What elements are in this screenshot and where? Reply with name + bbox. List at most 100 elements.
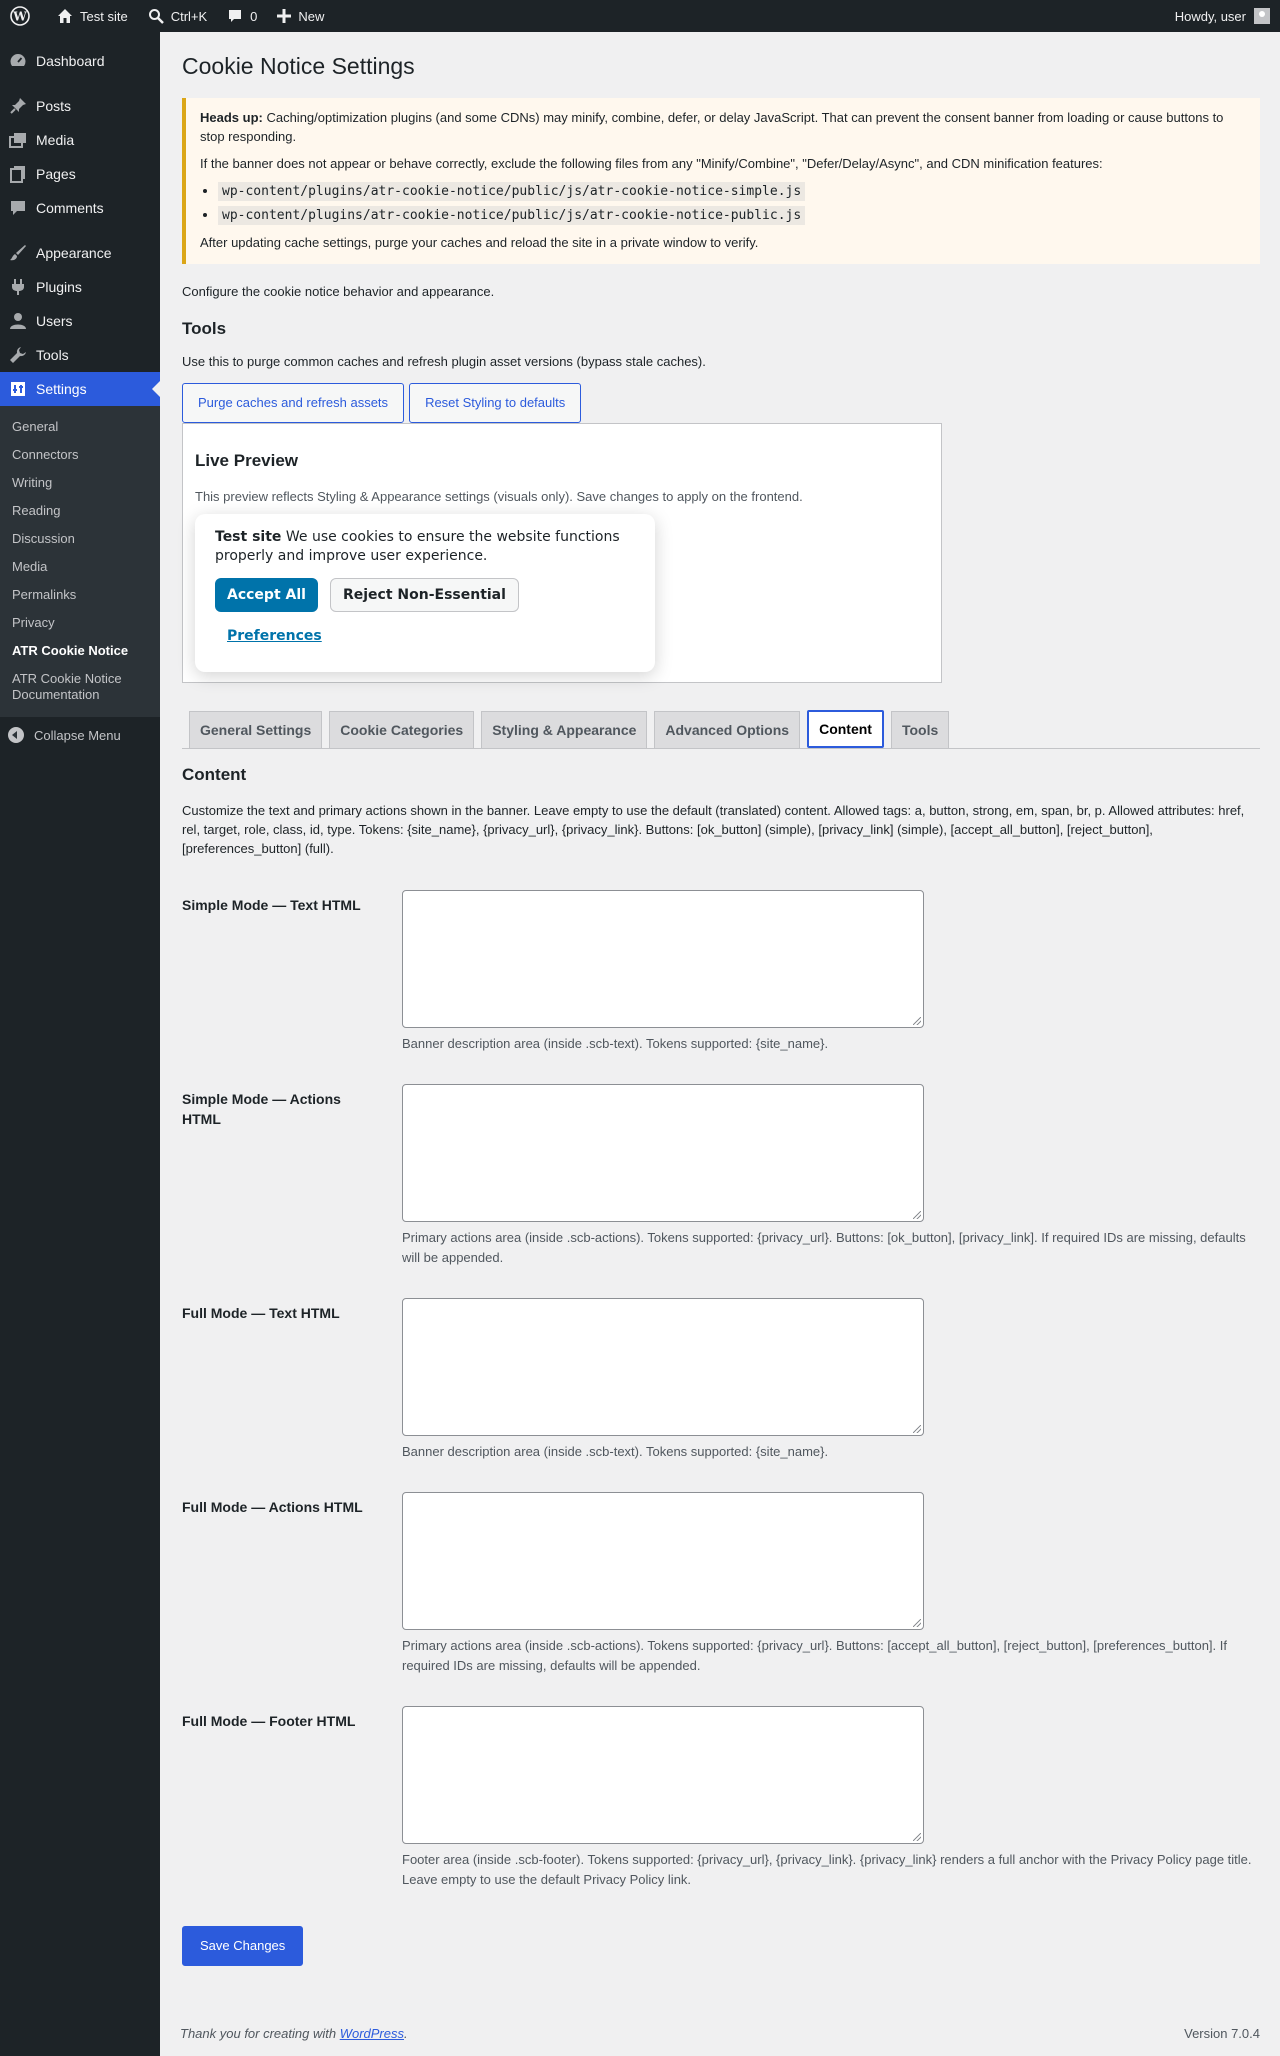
sidebar-item-posts[interactable]: Posts [0,89,160,123]
notice-heads-up: Heads up: Caching/optimization plugins (… [200,108,1246,146]
comments-count: 0 [250,8,258,24]
plus-icon [277,9,292,23]
field-label: Full Mode — Actions HTML [182,1498,363,1515]
heads-up-label: Heads up: [200,109,263,125]
field-full-text: Full Mode — Text HTML Banner description… [182,1297,1260,1462]
footer-version: Version 7.0.4 [1184,2026,1260,2041]
sidebar-item-users[interactable]: Users [0,304,160,338]
file-path: wp-content/plugins/atr-cookie-notice/pub… [218,181,806,201]
field-label: Full Mode — Footer HTML [182,1712,356,1729]
command-palette-button[interactable]: Ctrl+K [138,0,217,32]
collapse-menu-label: Collapse Menu [34,727,121,743]
banner-text: Test site We use cookies to ensure the w… [215,528,635,566]
submenu-item-privacy[interactable]: Privacy [0,609,160,637]
submenu-item-media[interactable]: Media [0,553,160,581]
cookie-banner-preview: Test site We use cookies to ensure the w… [195,513,655,672]
brush-icon [8,243,28,263]
live-preview-heading: Live Preview [195,450,299,470]
full-footer-html-textarea[interactable] [402,1705,924,1844]
content-heading: Content [182,764,247,784]
tab-advanced-options[interactable]: Advanced Options [654,710,801,748]
simple-text-html-textarea[interactable] [402,889,924,1028]
sidebar-item-tools[interactable]: Tools [0,338,160,372]
main-content: Cookie Notice Settings Heads up: Caching… [182,32,1260,1966]
field-full-actions: Full Mode — Actions HTML Primary actions… [182,1491,1260,1676]
reject-non-essential-button[interactable]: Reject Non-Essential [329,577,519,612]
settings-icon [8,379,28,399]
submenu-item-writing[interactable]: Writing [0,469,160,497]
reset-styling-button[interactable]: Reset Styling to defaults [409,382,582,423]
sidebar-item-media[interactable]: Media [0,123,160,157]
footer-thanks: Thank you for creating with WordPress. [180,2026,408,2041]
wordpress-link[interactable]: WordPress [340,2026,404,2041]
wordpress-logo[interactable]: W [0,0,47,32]
heads-up-text: Caching/optimization plugins (and some C… [200,109,1224,144]
collapse-icon [8,727,24,743]
field-hint: Primary actions area (inside .scb-action… [402,1637,1227,1673]
footer-thanks-prefix: Thank you for creating with [180,2026,340,2041]
sidebar-item-dashboard[interactable]: Dashboard [0,44,160,78]
tab-styling-appearance[interactable]: Styling & Appearance [481,710,648,748]
tab-tools[interactable]: Tools [890,710,950,748]
new-content-link[interactable]: New [267,0,334,32]
pin-icon [8,96,28,116]
wordpress-icon: W [10,6,30,26]
accept-all-button[interactable]: Accept All [215,577,318,612]
submenu-item-permalinks[interactable]: Permalinks [0,581,160,609]
submenu-item-general[interactable]: General [0,413,160,441]
simple-actions-html-textarea[interactable] [402,1083,924,1222]
sidebar-item-settings[interactable]: Settings [0,372,160,406]
settings-submenu: General Connectors Writing Reading Discu… [0,406,160,717]
tools-description: Use this to purge common caches and refr… [182,353,706,369]
full-text-html-textarea[interactable] [402,1297,924,1436]
preferences-link[interactable]: Preferences [227,628,635,644]
full-actions-html-textarea[interactable] [402,1491,924,1630]
sidebar-item-appearance[interactable]: Appearance [0,236,160,270]
submenu-item-reading[interactable]: Reading [0,497,160,525]
tab-cookie-categories[interactable]: Cookie Categories [329,710,475,748]
sidebar-item-plugins[interactable]: Plugins [0,270,160,304]
admin-bar: W Test site Ctrl+K 0 New Howdy, user [0,0,1280,32]
configure-description: Configure the cookie notice behavior and… [182,283,495,299]
home-icon [58,9,72,23]
save-changes-button[interactable]: Save Changes [182,1925,304,1966]
caching-warning-notice: Heads up: Caching/optimization plugins (… [182,97,1260,264]
submenu-item-discussion[interactable]: Discussion [0,525,160,553]
field-label: Simple Mode — Actions HTML [182,1090,341,1127]
list-item: wp-content/plugins/atr-cookie-notice/pub… [218,181,1246,201]
search-icon [148,9,164,24]
collapse-menu-button[interactable]: Collapse Menu [0,717,160,753]
live-preview-panel: Live Preview This preview reflects Styli… [182,422,942,683]
search-shortcut: Ctrl+K [170,8,208,24]
live-preview-description: This preview reflects Styling & Appearan… [195,488,803,504]
banner-site-name: Test site [215,528,282,545]
sidebar-item-label: Appearance [36,245,112,261]
comments-link[interactable]: 0 [217,0,267,32]
list-item: wp-content/plugins/atr-cookie-notice/pub… [218,205,1246,225]
tab-content[interactable]: Content [807,709,884,748]
sidebar-item-label: Dashboard [36,53,105,69]
tab-general-settings[interactable]: General Settings [189,710,323,748]
sidebar-item-comments[interactable]: Comments [0,191,160,225]
field-hint: Banner description area (inside .scb-tex… [402,1443,829,1459]
submenu-item-atr-documentation[interactable]: ATR Cookie Notice Documentation [0,665,160,709]
page-title: Cookie Notice Settings [182,53,415,79]
field-hint: Banner description area (inside .scb-tex… [402,1035,829,1051]
purge-caches-button[interactable]: Purge caches and refresh assets [182,382,405,423]
svg-text:W: W [12,10,27,24]
avatar [1254,8,1270,24]
sidebar-item-label: Posts [36,98,72,114]
submenu-item-atr-cookie-notice[interactable]: ATR Cookie Notice [0,637,160,665]
user-account-menu[interactable]: Howdy, user [1165,0,1280,32]
tools-heading: Tools [182,318,227,338]
field-hint: Primary actions area (inside .scb-action… [402,1229,1246,1265]
sidebar-item-label: Tools [36,347,69,363]
notice-exclude-text: If the banner does not appear or behave … [200,155,1103,171]
sidebar-item-pages[interactable]: Pages [0,157,160,191]
exclude-files-list: wp-content/plugins/atr-cookie-notice/pub… [200,181,1246,225]
site-name-link[interactable]: Test site [47,0,138,32]
plug-icon [8,277,28,297]
new-label: New [298,8,325,24]
submenu-item-connectors[interactable]: Connectors [0,441,160,469]
comment-icon [229,10,242,22]
